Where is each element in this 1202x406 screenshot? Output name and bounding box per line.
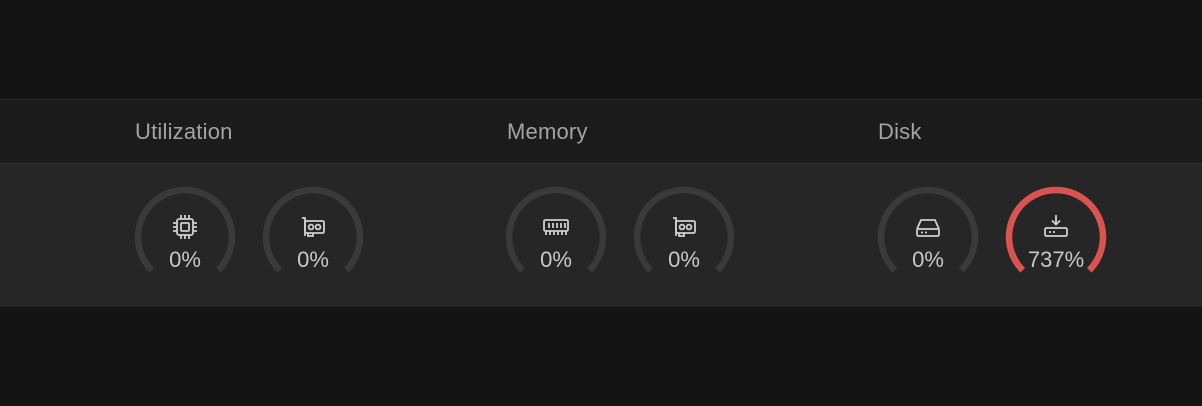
- cpu-utilization-value: 0%: [169, 247, 201, 272]
- system-metrics-panel: Utilization Memory Disk 0% 0% 0% 0% 0% 7…: [0, 99, 1202, 307]
- disk-usage-gauge: 0%: [876, 185, 980, 289]
- gauges-row: 0% 0% 0% 0% 0% 737%: [0, 164, 1202, 307]
- gpu-utilization-value: 0%: [297, 247, 329, 272]
- ram-memory-value: 0%: [540, 247, 572, 272]
- utilization-heading: Utilization: [135, 119, 233, 144]
- gpu-card-icon: [302, 217, 325, 237]
- cpu-utilization-gauge: 0%: [133, 185, 237, 289]
- memory-heading: Memory: [507, 119, 588, 144]
- cpu-icon: [173, 215, 197, 239]
- disk-write-gauge: 737%: [1004, 185, 1108, 289]
- ram-memory-gauge: 0%: [504, 185, 608, 289]
- gpu-utilization-gauge: 0%: [261, 185, 365, 289]
- disk-write-value: 737%: [1027, 247, 1085, 272]
- gpu-memory-value: 0%: [668, 247, 700, 272]
- hard-drive-icon: [916, 219, 940, 237]
- ram-icon: [543, 219, 569, 235]
- metrics-header-row: Utilization Memory Disk: [0, 100, 1202, 164]
- download-drive-icon: [1044, 215, 1068, 237]
- gpu-card-icon: [673, 217, 696, 237]
- disk-heading: Disk: [878, 119, 922, 144]
- gpu-memory-gauge: 0%: [632, 185, 736, 289]
- disk-usage-value: 0%: [912, 247, 944, 272]
